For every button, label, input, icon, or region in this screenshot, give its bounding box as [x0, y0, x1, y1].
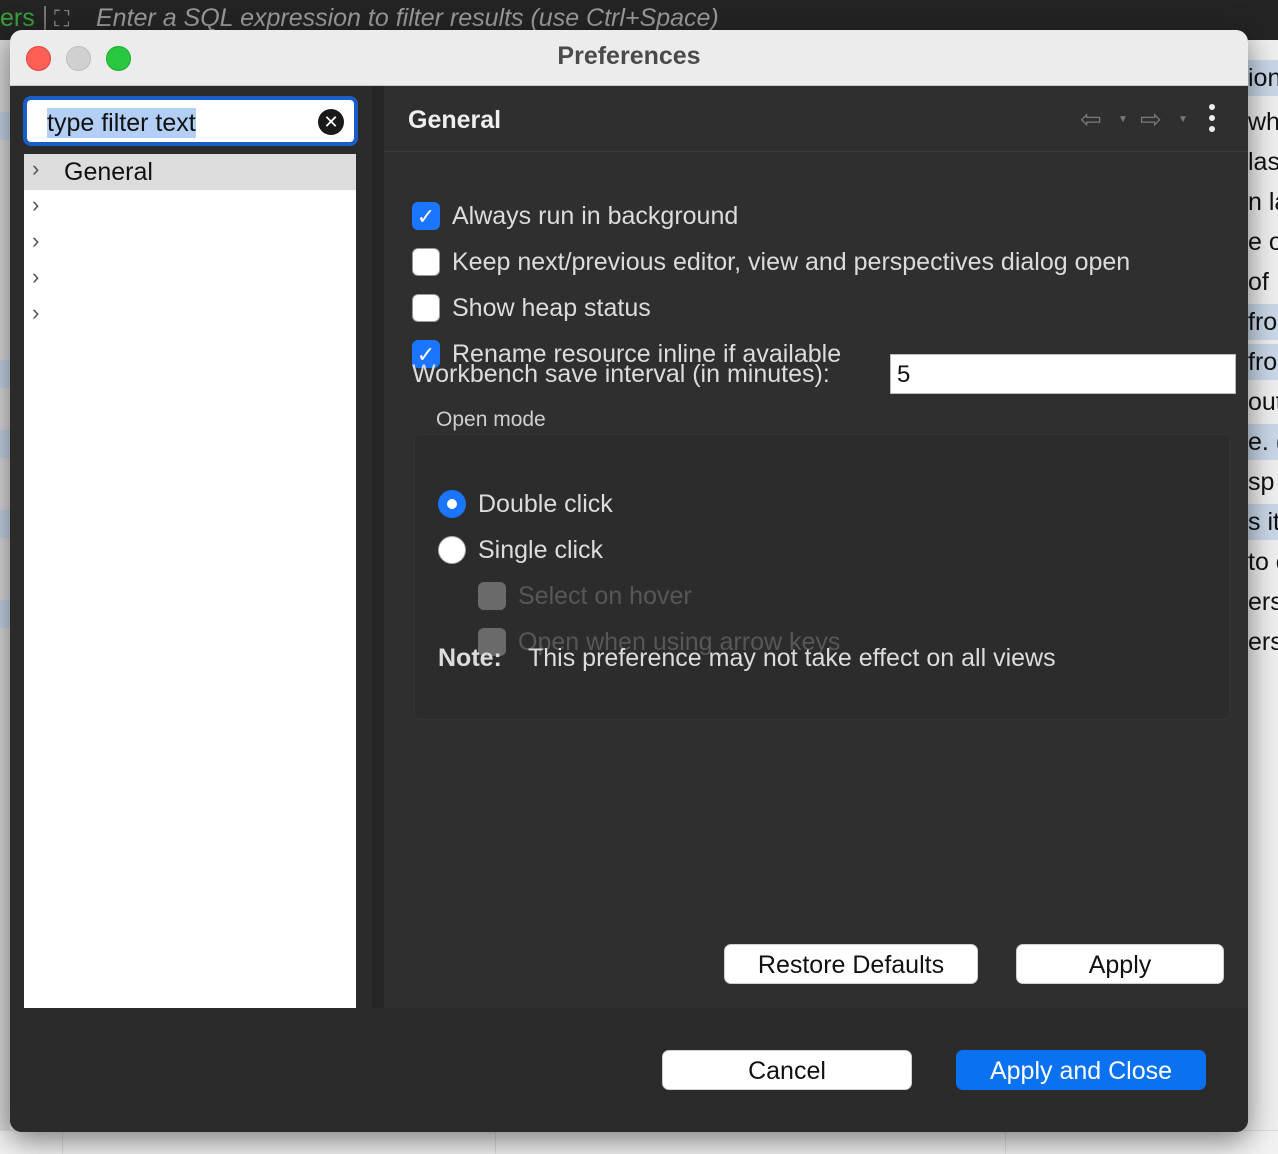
- background-left-column: [0, 40, 10, 1154]
- page-title: General: [408, 106, 502, 134]
- tree-item[interactable]: ›: [24, 190, 356, 226]
- clear-filter-icon[interactable]: ✕: [318, 109, 344, 135]
- background-row: ers: [1248, 628, 1278, 656]
- background-row: to c: [1248, 548, 1278, 576]
- chevron-down-icon[interactable]: ▼: [1118, 114, 1128, 125]
- more-menu-icon[interactable]: [1207, 104, 1217, 136]
- pane-divider[interactable]: [372, 86, 384, 1008]
- radio-label: Double click: [478, 490, 613, 518]
- background-grid-bottom: [0, 1130, 1278, 1154]
- background-right-column: ion wh las n la e on of fro fro out e. (…: [1248, 40, 1278, 1154]
- background-row: out: [1248, 388, 1278, 416]
- apply-and-close-button[interactable]: Apply and Close: [956, 1050, 1206, 1090]
- save-interval-label: Workbench save interval (in minutes):: [412, 360, 830, 388]
- background-row: sp: [1248, 468, 1275, 496]
- preference-tree: › General › › › ›: [24, 154, 356, 1008]
- chevron-down-icon[interactable]: ▼: [1178, 114, 1188, 125]
- background-row: e. (: [1248, 424, 1278, 460]
- background-row: fro: [1248, 344, 1278, 380]
- title-bar: Preferences: [10, 30, 1248, 86]
- preferences-dialog: Preferences type filter text ✕ › General…: [10, 30, 1248, 1132]
- tree-item[interactable]: ›: [24, 226, 356, 262]
- restore-defaults-button[interactable]: Restore Defaults: [724, 944, 978, 984]
- option-label: Show heap status: [452, 294, 651, 322]
- show-heap-status-checkbox[interactable]: [412, 294, 440, 322]
- apply-button[interactable]: Apply: [1016, 944, 1224, 984]
- preference-page: General ⇦ ▼ ⇨ ▼ ✓ Always run in backgrou…: [384, 86, 1248, 1008]
- option-label: Select on hover: [518, 582, 692, 610]
- tree-item-general[interactable]: › General: [24, 154, 356, 190]
- save-interval-input[interactable]: 5: [890, 354, 1236, 394]
- forward-arrow-icon[interactable]: ⇨: [1140, 104, 1162, 135]
- dialog-footer: Cancel Apply and Close: [10, 1008, 1248, 1132]
- background-row: ers: [1248, 588, 1278, 616]
- background-row: ion: [1248, 60, 1278, 96]
- filter-input[interactable]: type filter text ✕: [23, 96, 358, 146]
- chevron-right-icon[interactable]: ›: [32, 228, 39, 254]
- background-label-fragment: ers: [0, 4, 35, 32]
- background-row: s it: [1248, 504, 1278, 540]
- chevron-right-icon[interactable]: ›: [32, 300, 39, 326]
- option-label: Always run in background: [452, 202, 739, 230]
- note-label: Note:: [438, 644, 502, 672]
- background-row: n la: [1248, 188, 1278, 216]
- cancel-button[interactable]: Cancel: [662, 1050, 912, 1090]
- tree-item[interactable]: ›: [24, 298, 356, 334]
- background-row: e on: [1248, 228, 1278, 256]
- tree-item-label: General: [64, 158, 153, 186]
- background-row: fro: [1248, 304, 1278, 340]
- option-label: Keep next/previous editor, view and pers…: [452, 248, 1131, 276]
- background-row: wh: [1248, 108, 1278, 136]
- filter-input-text[interactable]: type filter text: [47, 108, 196, 138]
- sql-filter-input[interactable]: Enter a SQL expression to filter results…: [96, 4, 719, 33]
- page-header: General ⇦ ▼ ⇨ ▼: [384, 86, 1248, 152]
- preference-navigation-pane: type filter text ✕ › General › › › ›: [10, 86, 384, 1008]
- double-click-radio[interactable]: [438, 490, 466, 518]
- single-click-radio[interactable]: [438, 536, 466, 564]
- tree-item[interactable]: ›: [24, 262, 356, 298]
- select-on-hover-checkbox: [478, 582, 506, 610]
- note-text: This preference may not take effect on a…: [528, 644, 1056, 672]
- chevron-right-icon[interactable]: ›: [32, 156, 39, 182]
- background-row: of: [1248, 268, 1269, 296]
- dialog-title: Preferences: [557, 42, 701, 70]
- always-run-background-checkbox[interactable]: ✓: [412, 202, 440, 230]
- open-mode-group: [414, 434, 1230, 720]
- chevron-right-icon[interactable]: ›: [32, 192, 39, 218]
- back-arrow-icon[interactable]: ⇦: [1080, 104, 1102, 135]
- radio-label: Single click: [478, 536, 604, 564]
- keep-dialog-open-checkbox[interactable]: [412, 248, 440, 276]
- expand-icon[interactable]: ⛶: [54, 6, 69, 32]
- background-row: las: [1248, 148, 1278, 176]
- chevron-right-icon[interactable]: ›: [32, 264, 39, 290]
- open-mode-title: Open mode: [436, 408, 546, 431]
